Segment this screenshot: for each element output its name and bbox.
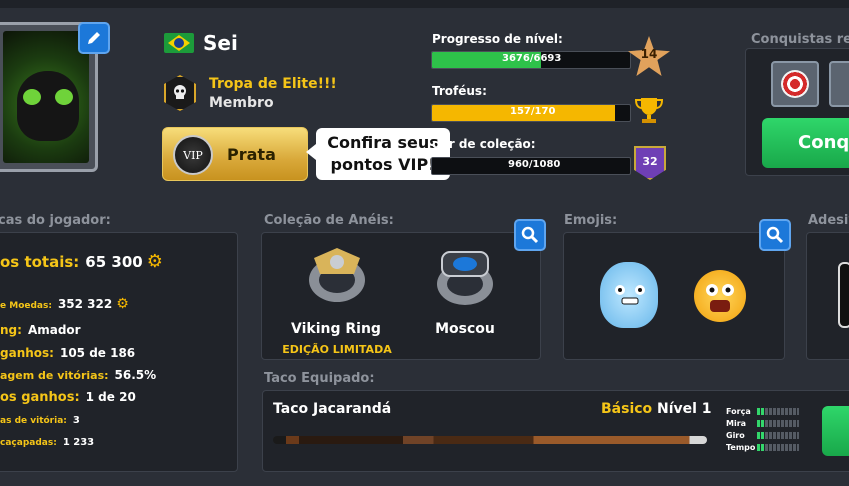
level-progress-label: Progresso de nível: — [432, 32, 563, 46]
stat-row: as de vitória: 3 — [0, 408, 80, 427]
stat-row: caçapadas: 1 233 — [0, 430, 94, 449]
cue-stat-label: Força — [726, 407, 751, 416]
frozen-face-features — [615, 285, 645, 305]
achievements-label: Conquistas rec — [751, 32, 849, 47]
cue-action-button[interactable] — [822, 406, 849, 456]
cue-stat-fill — [757, 408, 766, 415]
stat-value: 352 322 — [57, 297, 113, 311]
vip-button[interactable]: VIP Prata — [162, 127, 308, 181]
level-number: 14 — [640, 47, 658, 61]
top-strip — [0, 0, 849, 8]
club-name[interactable]: Tropa de Elite!!! — [209, 76, 337, 92]
stat-key: caçapadas: — [0, 438, 57, 448]
cue-stat-bar — [757, 420, 799, 427]
club-role: Membro — [209, 95, 274, 111]
coin-icon: ⚙ — [116, 296, 129, 312]
target-achievement-icon[interactable] — [771, 61, 819, 107]
rings-search-button[interactable] — [514, 219, 546, 251]
stat-value: 65 300 — [85, 253, 143, 271]
ring-tag-limited: EDIÇÃO LIMITADA — [282, 343, 392, 356]
collection-label: der de coleção: — [432, 137, 536, 151]
cue-section-label: Taco Equipado: — [264, 371, 375, 386]
coin-icon: ⚙ — [146, 251, 163, 272]
collection-badge-number: 32 — [642, 155, 658, 168]
vip-tooltip-line1: Confira seus — [327, 133, 439, 152]
vip-tier-label: Prata — [227, 145, 276, 164]
cue-stat-bar — [757, 444, 799, 451]
collection-bar: 960/1080 — [431, 157, 631, 175]
cue-tier: Básico — [601, 401, 653, 417]
rings-panel — [261, 232, 541, 360]
cue-stat-fill — [757, 444, 766, 451]
trophies-value: 157/170 — [510, 106, 556, 117]
ring-name-viking: Viking Ring — [291, 321, 381, 337]
level-progress-value: 3676/6693 — [502, 53, 562, 64]
trophies-bar: 157/170 — [431, 104, 631, 122]
achievement-badge-icon[interactable] — [829, 61, 849, 107]
cue-name: Taco Jacarandá — [273, 401, 392, 417]
viking-ring-icon[interactable] — [304, 244, 370, 306]
collection-value: 960/1080 — [508, 159, 561, 170]
stat-row: ganhos: 105 de 186 — [0, 342, 135, 361]
vip-coin-icon: VIP — [173, 135, 213, 175]
stat-key: agem de vitórias: — [0, 369, 109, 382]
sticker-icon[interactable] — [838, 262, 849, 328]
gas-mask-icon — [17, 71, 79, 141]
edit-profile-button[interactable] — [78, 22, 110, 54]
cue-stat-fill — [757, 420, 766, 427]
emojis-section-label: Emojis: — [564, 213, 618, 228]
stat-key: as de vitória: — [0, 416, 67, 426]
stickers-section-label: Adesiv — [808, 213, 849, 228]
stat-row: ng: Amador — [0, 319, 81, 338]
cue-stat-fill — [757, 432, 766, 439]
trophies-label: Troféus: — [432, 84, 487, 98]
shocked-face-features — [706, 284, 734, 312]
stat-key: ng: — [0, 323, 22, 337]
pencil-icon — [88, 32, 100, 44]
stat-value: 1 de 20 — [85, 390, 136, 404]
stat-value: Amador — [27, 323, 81, 337]
stat-key: os totais: — [0, 253, 80, 271]
avatar-image — [3, 31, 89, 163]
cue-stat-bar — [757, 408, 799, 415]
stat-key: os ganhos: — [0, 390, 80, 405]
rings-section-label: Coleção de Anéis: — [264, 213, 394, 228]
cue-stick-image[interactable] — [273, 436, 707, 444]
vip-tooltip: Confira seus pontos VIP! — [306, 128, 450, 180]
stats-section-label: cas do jogador: — [0, 213, 111, 228]
stat-row: e Moedas: 352 322 ⚙ — [0, 293, 129, 312]
level-progress-bar: 3676/6693 — [431, 51, 631, 69]
moscou-ring-icon[interactable] — [432, 246, 498, 308]
stat-value: 1 233 — [62, 437, 95, 448]
stat-value: 105 de 186 — [59, 346, 136, 360]
cue-stat-bar — [757, 432, 799, 439]
magnifier-icon — [766, 226, 784, 244]
skull-icon — [174, 85, 186, 99]
brazil-flag-icon — [164, 33, 194, 53]
stat-key: e Moedas: — [0, 301, 52, 311]
magnifier-icon — [521, 226, 539, 244]
stat-row: agem de vitórias: 56.5% — [0, 364, 156, 383]
stat-value: 56.5% — [114, 368, 157, 382]
stat-row: os totais: 65 300 ⚙ — [0, 251, 163, 272]
stat-row: os ganhos: 1 de 20 — [0, 386, 136, 405]
emojis-search-button[interactable] — [759, 219, 791, 251]
ring-name-moscou: Moscou — [435, 321, 495, 337]
trophy-icon — [634, 98, 664, 123]
stat-value: 3 — [72, 415, 80, 426]
cue-level: Nível 1 — [657, 401, 712, 417]
player-name: Sei — [203, 31, 238, 55]
cue-stat-label: Tempo — [726, 443, 756, 452]
stat-key: ganhos: — [0, 346, 54, 360]
vip-tooltip-line2: pontos VIP! — [330, 155, 436, 174]
cue-stat-label: Mira — [726, 419, 747, 428]
achievements-button-label: Conq — [798, 132, 849, 153]
emojis-panel — [563, 232, 785, 360]
cue-stat-label: Giro — [726, 431, 745, 440]
achievements-button[interactable]: Conq — [762, 118, 849, 168]
